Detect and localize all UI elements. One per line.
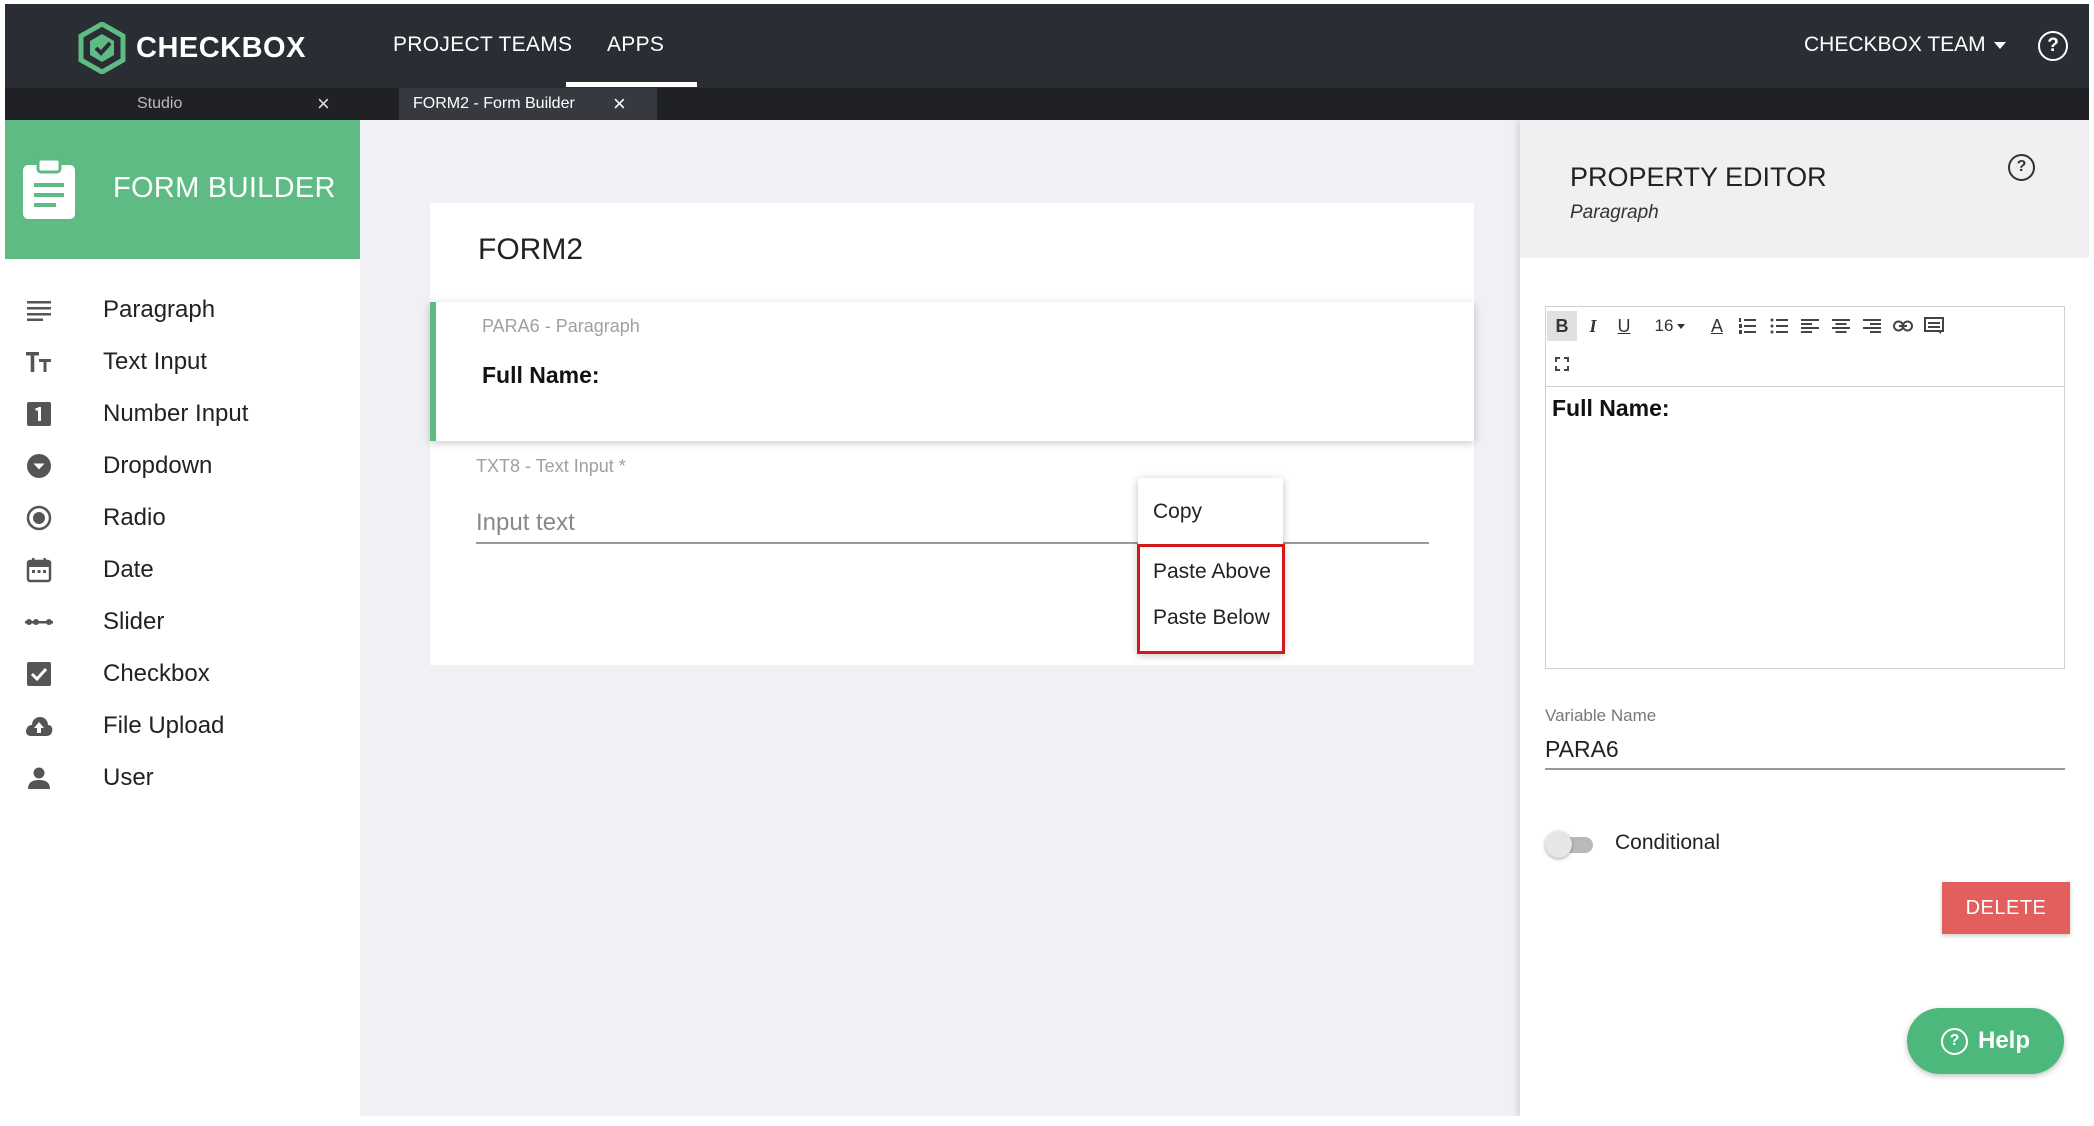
- tab-strip: Studio × FORM2 - Form Builder ×: [5, 88, 2089, 120]
- palette-item-label: Text Input: [103, 348, 208, 375]
- palette-item-label: Checkbox: [103, 660, 210, 687]
- help-button[interactable]: ? Help: [1907, 1008, 2064, 1074]
- paragraph-icon: [24, 295, 54, 325]
- font-size-value: 16: [1654, 316, 1674, 335]
- palette-item-label: Dropdown: [103, 452, 213, 479]
- palette-item-user[interactable]: User: [5, 750, 360, 806]
- underline-button[interactable]: U: [1609, 311, 1639, 341]
- form-title: FORM2: [478, 233, 583, 266]
- variable-name-input[interactable]: [1545, 730, 2065, 770]
- nav-project-teams[interactable]: PROJECT TEAMS: [393, 33, 572, 57]
- context-menu-paste-below[interactable]: Paste Below: [1153, 606, 1270, 630]
- cloud-upload-icon: [24, 711, 54, 741]
- checkbox-logo-icon: [78, 22, 126, 74]
- ordered-list-icon[interactable]: [1732, 311, 1762, 341]
- palette-item-label: Radio: [103, 504, 166, 531]
- active-nav-indicator: [566, 82, 697, 87]
- palette-item-label: Date: [103, 556, 154, 583]
- help-circle-icon[interactable]: ?: [2038, 31, 2068, 61]
- brand-name: CHECKBOX: [136, 31, 306, 64]
- property-editor-panel: PROPERTY EDITOR Paragraph ? B I U 16 A F…: [1520, 120, 2089, 1116]
- unordered-list-icon[interactable]: [1764, 311, 1794, 341]
- property-editor-header: PROPERTY EDITOR Paragraph ?: [1520, 120, 2089, 258]
- bold-button[interactable]: B: [1547, 311, 1577, 341]
- text-input-field[interactable]: [476, 504, 1429, 544]
- help-button-label: Help: [1977, 1027, 2030, 1054]
- property-editor-title: PROPERTY EDITOR: [1570, 162, 1827, 192]
- palette-item-label: Number Input: [103, 400, 249, 427]
- palette-item-number-input[interactable]: Number Input: [5, 386, 360, 442]
- palette-item-label: User: [103, 764, 154, 791]
- palette-item-checkbox[interactable]: Checkbox: [5, 646, 360, 702]
- clipboard-icon: [23, 157, 75, 219]
- text-size-icon: [24, 347, 54, 377]
- form-canvas: FORM2 PARA6 - Paragraph Full Name: TXT8 …: [360, 120, 1520, 1116]
- font-size-select[interactable]: 16: [1648, 311, 1692, 341]
- link-icon[interactable]: [1888, 311, 1918, 341]
- context-menu-paste-above[interactable]: Paste Above: [1153, 560, 1271, 584]
- form-builder-title: FORM BUILDER: [113, 172, 336, 204]
- slider-icon: [24, 607, 54, 637]
- tab-label: Studio: [137, 95, 183, 112]
- chevron-down-icon: [1993, 41, 2006, 49]
- brand-logo[interactable]: CHECKBOX: [77, 22, 306, 74]
- number-one-icon: [24, 399, 54, 429]
- editor-toolbar: B I U 16 A: [1546, 307, 2064, 387]
- nav-apps[interactable]: APPS: [607, 33, 664, 57]
- align-right-icon[interactable]: [1857, 311, 1887, 341]
- tab-form-builder[interactable]: FORM2 - Form Builder ×: [399, 88, 657, 120]
- form-card: FORM2 PARA6 - Paragraph Full Name: TXT8 …: [430, 203, 1474, 665]
- conditional-label: Conditional: [1615, 831, 1721, 854]
- form-builder-header: FORM BUILDER: [5, 120, 360, 259]
- palette-item-file-upload[interactable]: File Upload: [5, 698, 360, 754]
- palette-item-slider[interactable]: Slider: [5, 594, 360, 650]
- top-navigation-bar: CHECKBOX PROJECT TEAMS APPS CHECKBOX TEA…: [5, 4, 2089, 88]
- palette-item-dropdown[interactable]: Dropdown: [5, 438, 360, 494]
- radio-icon: [24, 503, 54, 533]
- person-icon: [24, 763, 54, 793]
- calendar-icon: [24, 555, 54, 585]
- element-palette-sidebar: FORM BUILDER Paragraph Text Input Number…: [5, 120, 360, 1116]
- align-left-icon[interactable]: [1795, 311, 1825, 341]
- app-window: CHECKBOX PROJECT TEAMS APPS CHECKBOX TEA…: [5, 4, 2089, 1116]
- palette-item-text-input[interactable]: Text Input: [5, 334, 360, 390]
- checkbox-icon: [24, 659, 54, 689]
- team-menu-label: CHECKBOX TEAM: [1804, 33, 1986, 56]
- fullscreen-icon[interactable]: [1547, 349, 1577, 379]
- palette-item-label: File Upload: [103, 712, 225, 739]
- delete-button[interactable]: DELETE: [1942, 882, 2070, 934]
- dropdown-circle-icon: [24, 451, 54, 481]
- element-meta-label: TXT8 - Text Input *: [476, 456, 626, 476]
- comment-icon[interactable]: [1919, 311, 1949, 341]
- conditional-toggle[interactable]: [1545, 830, 1593, 858]
- toggle-knob: [1545, 831, 1572, 858]
- palette-item-label: Paragraph: [103, 296, 216, 323]
- close-icon[interactable]: ×: [317, 88, 330, 120]
- variable-name-label: Variable Name: [1545, 706, 1657, 725]
- team-menu[interactable]: CHECKBOX TEAM: [1804, 33, 2006, 57]
- help-circle-icon[interactable]: ?: [2008, 154, 2035, 181]
- italic-button[interactable]: I: [1578, 311, 1608, 341]
- help-circle-icon: ?: [1940, 1027, 1968, 1055]
- tab-studio[interactable]: Studio ×: [5, 88, 395, 120]
- rich-text-editor: B I U 16 A Full Name:: [1545, 306, 2065, 669]
- editor-content[interactable]: Full Name:: [1552, 395, 1670, 422]
- paragraph-text: Full Name:: [482, 362, 600, 388]
- palette-item-paragraph[interactable]: Paragraph: [5, 282, 360, 338]
- element-meta-label: PARA6 - Paragraph: [482, 316, 640, 336]
- align-center-icon[interactable]: [1826, 311, 1856, 341]
- tab-label: FORM2 - Form Builder: [413, 95, 575, 112]
- palette-item-date[interactable]: Date: [5, 542, 360, 598]
- paragraph-element-selected[interactable]: PARA6 - Paragraph Full Name:: [430, 302, 1474, 441]
- palette-item-label: Slider: [103, 608, 165, 635]
- palette-item-radio[interactable]: Radio: [5, 490, 360, 546]
- chevron-down-icon: [1677, 323, 1686, 329]
- close-icon[interactable]: ×: [613, 88, 626, 120]
- font-color-button[interactable]: A: [1702, 311, 1732, 341]
- context-menu: Copy Paste Above Paste Below: [1137, 478, 1285, 654]
- property-editor-subtitle: Paragraph: [1570, 202, 1659, 223]
- context-menu-copy[interactable]: Copy: [1153, 500, 1202, 524]
